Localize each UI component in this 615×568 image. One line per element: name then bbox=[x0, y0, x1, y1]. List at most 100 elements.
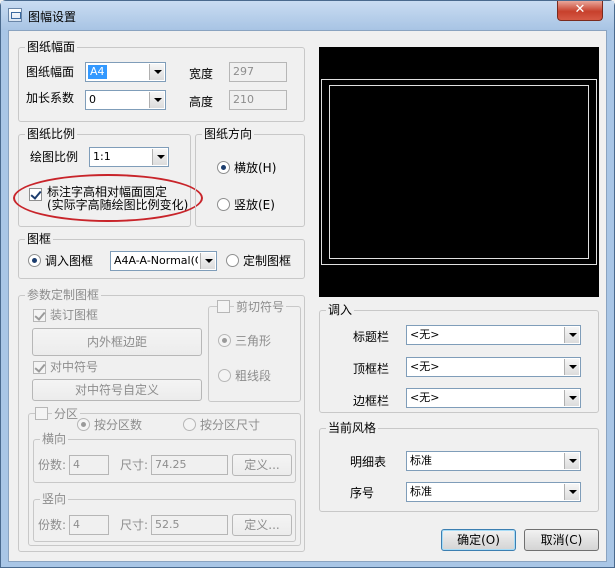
by-size-radio[interactable] bbox=[183, 418, 196, 431]
top-bar-label: 顶框栏 bbox=[353, 362, 390, 376]
load-frame-label: 调入图框 bbox=[45, 254, 94, 268]
ratio-label: 绘图比例 bbox=[30, 150, 79, 164]
portrait-radio[interactable] bbox=[217, 198, 230, 211]
border-bar-select[interactable]: <无> bbox=[406, 388, 581, 408]
v-size-label: 尺寸: bbox=[120, 518, 149, 532]
v-size-field: 52.5 bbox=[151, 515, 228, 535]
custom-frame-label: 定制图框 bbox=[243, 254, 292, 268]
width-label: 宽度 bbox=[189, 67, 214, 81]
cut-mark-checkbox[interactable] bbox=[217, 300, 230, 313]
chevron-down-icon[interactable] bbox=[564, 453, 579, 469]
h-count-value: 4 bbox=[73, 458, 80, 471]
triangle-label: 三角形 bbox=[235, 334, 272, 348]
seq-value: 标准 bbox=[410, 485, 432, 498]
h-custom-button[interactable]: 定义... bbox=[232, 454, 292, 476]
app-icon bbox=[8, 8, 22, 22]
title-bar-value: <无> bbox=[410, 328, 440, 341]
bom-value: 标准 bbox=[410, 454, 432, 467]
horizontal-legend: 横向 bbox=[40, 432, 69, 446]
extend-factor-label: 加长系数 bbox=[26, 91, 75, 105]
title-bar-select[interactable]: <无> bbox=[406, 325, 581, 345]
border-bar-label: 边框栏 bbox=[353, 394, 390, 408]
preview-inner-border bbox=[329, 85, 589, 259]
orientation-group: 图纸方向 横放(H) 竖放(E) bbox=[195, 127, 305, 227]
title-bar[interactable]: 图幅设置 ✕ bbox=[1, 1, 614, 30]
vertical-legend: 竖向 bbox=[40, 492, 69, 506]
cancel-button[interactable]: 取消(C) bbox=[524, 529, 599, 551]
chevron-down-icon[interactable] bbox=[564, 390, 579, 406]
custom-frame-radio[interactable] bbox=[226, 254, 239, 267]
custom-params-legend: 参数定制图框 bbox=[25, 288, 102, 302]
top-bar-select[interactable]: <无> bbox=[406, 357, 581, 377]
margins-button[interactable]: 内外框边距 bbox=[32, 328, 202, 356]
h-size-label: 尺寸: bbox=[120, 458, 149, 472]
scale-legend: 图纸比例 bbox=[25, 127, 78, 141]
paper-size-label: 图纸幅面 bbox=[26, 65, 75, 79]
install-frame-label: 装订图框 bbox=[50, 308, 99, 322]
center-mark-button[interactable]: 对中符号自定义 bbox=[32, 379, 202, 401]
h-size-field: 74.25 bbox=[151, 455, 228, 475]
frame-template-value: A4A-A-Normal(CH) bbox=[114, 254, 198, 267]
v-custom-button[interactable]: 定义... bbox=[232, 514, 292, 536]
h-count-label: 份数: bbox=[38, 458, 67, 472]
chevron-down-icon[interactable] bbox=[564, 359, 579, 375]
chevron-down-icon[interactable] bbox=[149, 92, 164, 108]
partition-checkbox[interactable] bbox=[35, 407, 48, 420]
style-legend: 当前风格 bbox=[326, 421, 379, 435]
center-mark-checkbox[interactable] bbox=[33, 361, 46, 374]
paper-size-group: 图纸幅面 图纸幅面 A4 宽度 297 加长系数 0 高度 210 bbox=[18, 40, 305, 122]
horizontal-partition-group: 横向 份数: 4 尺寸: 74.25 定义... bbox=[33, 432, 296, 483]
load-frame-radio[interactable] bbox=[28, 254, 41, 267]
height-label: 高度 bbox=[189, 95, 214, 109]
chevron-down-icon[interactable] bbox=[149, 64, 164, 80]
annotation-ellipse bbox=[13, 174, 203, 222]
vertical-partition-group: 竖向 份数: 4 尺寸: 52.5 定义... bbox=[33, 492, 296, 542]
ratio-select[interactable]: 1:1 bbox=[89, 147, 169, 167]
v-count-label: 份数: bbox=[38, 518, 67, 532]
paper-size-value: A4 bbox=[88, 65, 107, 79]
chevron-down-icon[interactable] bbox=[200, 253, 215, 269]
thick-line-radio[interactable] bbox=[218, 369, 231, 382]
chevron-down-icon[interactable] bbox=[564, 484, 579, 500]
extend-factor-value: 0 bbox=[89, 93, 96, 106]
frame-template-select[interactable]: A4A-A-Normal(CH) bbox=[110, 251, 217, 271]
partition-label: 分区 bbox=[52, 406, 81, 422]
paper-size-legend: 图纸幅面 bbox=[25, 40, 78, 54]
import-legend: 调入 bbox=[326, 303, 355, 317]
by-size-label: 按分区尺寸 bbox=[200, 418, 261, 432]
ratio-value: 1:1 bbox=[93, 150, 111, 163]
v-count-field: 4 bbox=[69, 515, 109, 535]
custom-params-group: 参数定制图框 装订图框 内外框边距 对中符号 对中符号自定义 剪切符号 三角形 … bbox=[18, 288, 305, 552]
close-button[interactable]: ✕ bbox=[557, 1, 603, 21]
seq-label: 序号 bbox=[350, 486, 375, 500]
center-mark-label: 对中符号 bbox=[50, 360, 99, 374]
h-size-value: 74.25 bbox=[155, 458, 187, 471]
orientation-legend: 图纸方向 bbox=[202, 127, 255, 141]
title-bar-label: 标题栏 bbox=[353, 330, 390, 344]
v-count-value: 4 bbox=[73, 518, 80, 531]
v-size-value: 52.5 bbox=[155, 518, 180, 531]
portrait-label: 竖放(E) bbox=[234, 198, 275, 212]
frame-group: 图框 调入图框 A4A-A-Normal(CH) 定制图框 bbox=[18, 232, 305, 279]
chevron-down-icon[interactable] bbox=[152, 149, 167, 165]
width-value: 297 bbox=[233, 65, 254, 78]
window-title: 图幅设置 bbox=[28, 10, 77, 24]
by-count-label: 按分区数 bbox=[94, 418, 143, 432]
border-bar-value: <无> bbox=[410, 391, 440, 404]
bom-select[interactable]: 标准 bbox=[406, 451, 581, 471]
height-field: 210 bbox=[229, 90, 287, 110]
landscape-radio[interactable] bbox=[217, 161, 230, 174]
bom-label: 明细表 bbox=[350, 455, 387, 469]
ok-button[interactable]: 确定(O) bbox=[441, 529, 516, 551]
by-count-radio[interactable] bbox=[77, 418, 90, 431]
top-bar-value: <无> bbox=[410, 360, 440, 373]
landscape-label: 横放(H) bbox=[234, 161, 277, 175]
chevron-down-icon[interactable] bbox=[564, 327, 579, 343]
extend-factor-select[interactable]: 0 bbox=[85, 90, 166, 110]
paper-size-select[interactable]: A4 bbox=[85, 62, 166, 82]
seq-select[interactable]: 标准 bbox=[406, 482, 581, 502]
install-frame-checkbox[interactable] bbox=[33, 309, 46, 322]
dialog-body: 图纸幅面 图纸幅面 A4 宽度 297 加长系数 0 高度 210 图纸比例 绘… bbox=[8, 30, 607, 562]
triangle-radio[interactable] bbox=[218, 334, 231, 347]
width-field: 297 bbox=[229, 62, 287, 82]
